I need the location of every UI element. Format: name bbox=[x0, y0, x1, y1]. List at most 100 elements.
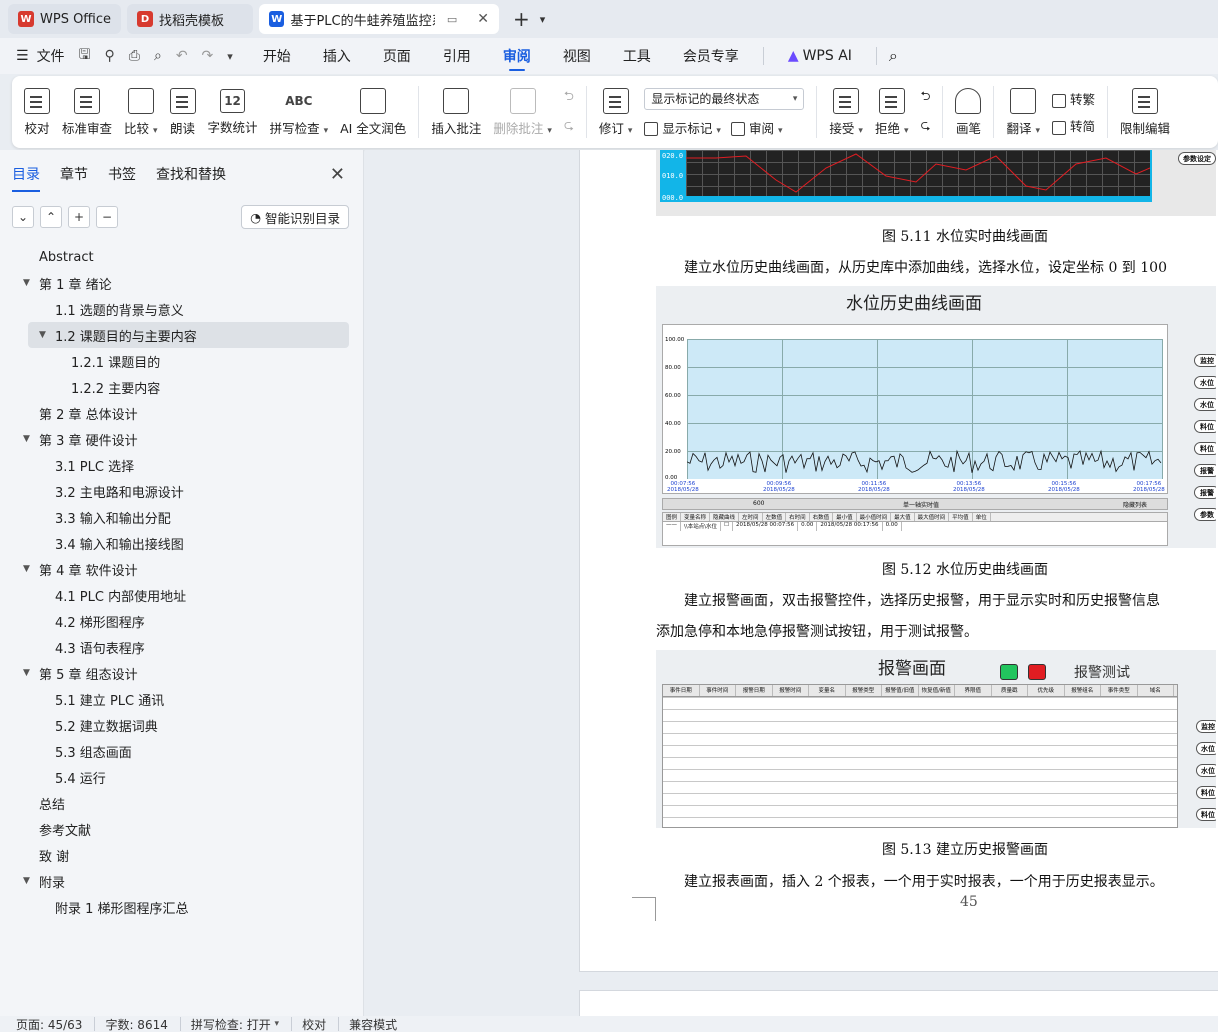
toc-item[interactable]: ▼ 附录 bbox=[0, 868, 363, 894]
collapse-up-button[interactable]: ⌃ bbox=[40, 206, 62, 228]
tab-toc[interactable]: 目录 bbox=[12, 150, 40, 198]
toc-item[interactable]: 5.3 组态画面 bbox=[0, 738, 363, 764]
table-header-cell: 右数值 bbox=[810, 513, 834, 521]
compare-button[interactable]: 比较 ▾ bbox=[118, 76, 164, 148]
standard-review-button[interactable]: 标准审查 bbox=[56, 76, 118, 148]
print-preview-icon[interactable]: ⌕ bbox=[154, 48, 162, 64]
menu-home[interactable]: 开始 bbox=[247, 38, 307, 74]
toc-item[interactable]: 致 谢 bbox=[0, 842, 363, 868]
toc-item[interactable]: ▼ 第 3 章 硬件设计 bbox=[0, 426, 363, 452]
chevron-down-icon[interactable]: ▾ bbox=[227, 50, 233, 63]
toc-item[interactable]: 4.1 PLC 内部使用地址 bbox=[0, 582, 363, 608]
figure-title: 水位历史曲线画面 bbox=[846, 294, 982, 314]
next-comment-icon[interactable]: ⮎ bbox=[564, 116, 574, 137]
print-icon[interactable]: ⎙ bbox=[129, 48, 140, 64]
read-aloud-button[interactable]: 朗读 bbox=[164, 76, 202, 148]
show-markup-button[interactable]: 显示标记 ▾ bbox=[644, 118, 721, 137]
toc-item[interactable]: 5.4 运行 bbox=[0, 764, 363, 790]
toc-item[interactable]: 4.2 梯形图程序 bbox=[0, 608, 363, 634]
tab-document[interactable]: W 基于PLC的牛蛙养殖监控系统 ▭ ✕ bbox=[259, 4, 500, 34]
review-pane-button[interactable]: 审阅 ▾ bbox=[730, 118, 782, 137]
restrict-edit-button[interactable]: 限制编辑 bbox=[1114, 76, 1176, 148]
expand-triangle-icon[interactable]: ▼ bbox=[23, 668, 30, 678]
word-count[interactable]: 字数: 8614 bbox=[105, 1017, 181, 1032]
insert-comment-button[interactable]: 插入批注 bbox=[425, 76, 487, 148]
toc-item[interactable]: 总结 bbox=[0, 790, 363, 816]
toc-item[interactable]: ▼ 第 5 章 组态设计 bbox=[0, 660, 363, 686]
toc-item[interactable]: 1.2.2 主要内容 bbox=[0, 374, 363, 400]
smart-toc-button[interactable]: ◔ 智能识别目录 bbox=[241, 205, 349, 229]
proofread-status[interactable]: 校对 bbox=[302, 1017, 340, 1032]
to-traditional-button[interactable]: 转繁 bbox=[1052, 89, 1095, 108]
redo-icon[interactable]: ↷ bbox=[202, 48, 214, 64]
remove-heading-button[interactable]: − bbox=[96, 206, 118, 228]
toc-item[interactable]: 1.2.1 课题目的 bbox=[0, 348, 363, 374]
menu-review[interactable]: 审阅 bbox=[487, 38, 547, 74]
next-change-icon[interactable]: ⮎ bbox=[920, 116, 930, 137]
page-indicator[interactable]: 页面: 45/63 bbox=[16, 1017, 96, 1032]
expand-triangle-icon[interactable]: ▼ bbox=[23, 434, 30, 444]
reject-button[interactable]: 拒绝 ▾ bbox=[869, 76, 915, 148]
share-icon[interactable]: ⚲ bbox=[105, 48, 115, 64]
toc-item[interactable]: 5.2 建立数据词典 bbox=[0, 712, 363, 738]
save-icon[interactable]: 🖫 bbox=[79, 44, 91, 68]
markup-select[interactable]: 显示标记的最终状态 ▾ bbox=[644, 87, 805, 110]
expand-triangle-icon[interactable]: ▼ bbox=[23, 876, 30, 886]
close-icon[interactable]: ✕ bbox=[330, 164, 345, 185]
monitor-icon[interactable]: ▭ bbox=[447, 13, 457, 26]
toc-item[interactable]: 3.1 PLC 选择 bbox=[0, 452, 363, 478]
pen-button[interactable]: 画笔 bbox=[949, 76, 987, 148]
toc-item[interactable]: 参考文献 bbox=[0, 816, 363, 842]
previous-comment-icon[interactable]: ⮌ bbox=[564, 87, 574, 108]
search-icon[interactable]: ⌕ bbox=[889, 46, 898, 66]
word-count-button[interactable]: 12 字数统计 bbox=[202, 76, 264, 148]
expand-triangle-icon[interactable]: ▼ bbox=[23, 564, 30, 574]
hamburger-icon[interactable]: ☰ bbox=[16, 48, 29, 64]
tab-find-replace[interactable]: 查找和替换 bbox=[156, 150, 226, 198]
toc-item[interactable]: 3.4 输入和输出接线图 bbox=[0, 530, 363, 556]
delete-comment-button[interactable]: 删除批注 ▾ bbox=[487, 76, 558, 148]
chevron-down-icon[interactable]: ▾ bbox=[540, 13, 546, 26]
toc-item[interactable]: 4.3 语句表程序 bbox=[0, 634, 363, 660]
file-menu[interactable]: 文件 bbox=[37, 46, 65, 66]
side-button: 参数 bbox=[1194, 508, 1216, 521]
menu-member[interactable]: 会员专享 bbox=[667, 38, 755, 74]
table-header-cell: 隐藏曲线 bbox=[710, 513, 740, 521]
accept-button[interactable]: 接受 ▾ bbox=[823, 76, 869, 148]
add-heading-button[interactable]: + bbox=[68, 206, 90, 228]
undo-icon[interactable]: ↶ bbox=[176, 48, 188, 64]
toc-item[interactable]: Abstract bbox=[0, 244, 363, 270]
menu-references[interactable]: 引用 bbox=[427, 38, 487, 74]
new-tab-icon[interactable]: + bbox=[513, 7, 530, 31]
spell-check-status[interactable]: 拼写检查: 打开 ▾ bbox=[191, 1017, 293, 1032]
menu-page[interactable]: 页面 bbox=[367, 38, 427, 74]
menu-insert[interactable]: 插入 bbox=[307, 38, 367, 74]
proofread-button[interactable]: 校对 bbox=[18, 76, 56, 148]
previous-change-icon[interactable]: ⮌ bbox=[920, 87, 930, 108]
expand-down-button[interactable]: ⌄ bbox=[12, 206, 34, 228]
toc-item[interactable]: ▼ 第 4 章 软件设计 bbox=[0, 556, 363, 582]
tab-bookmarks[interactable]: 书签 bbox=[108, 150, 136, 198]
ai-polish-button[interactable]: AI 全文润色 bbox=[334, 76, 412, 148]
toc-item[interactable]: 附录 1 梯形图程序汇总 bbox=[0, 894, 363, 920]
menu-tools[interactable]: 工具 bbox=[607, 38, 667, 74]
close-icon[interactable]: ✕ bbox=[477, 11, 489, 27]
menu-wps-ai[interactable]: ▲ WPS AI bbox=[772, 38, 868, 74]
tab-chapters[interactable]: 章节 bbox=[60, 150, 88, 198]
toc-item[interactable]: 3.2 主电路和电源设计 bbox=[0, 478, 363, 504]
toc-item[interactable]: 3.3 输入和输出分配 bbox=[0, 504, 363, 530]
tab-template[interactable]: D 找稻壳模板 bbox=[127, 4, 254, 34]
expand-triangle-icon[interactable]: ▼ bbox=[39, 330, 46, 340]
translate-button[interactable]: 翻译 ▾ bbox=[1000, 76, 1046, 148]
tab-wps-office[interactable]: W WPS Office bbox=[8, 4, 122, 34]
toc-item[interactable]: 第 2 章 总体设计 bbox=[0, 400, 363, 426]
menu-view[interactable]: 视图 bbox=[547, 38, 607, 74]
expand-triangle-icon[interactable]: ▼ bbox=[23, 278, 30, 288]
toc-item[interactable]: 5.1 建立 PLC 通讯 bbox=[0, 686, 363, 712]
spell-check-button[interactable]: ABC 拼写检查 ▾ bbox=[264, 76, 335, 148]
to-simplified-button[interactable]: 转简 bbox=[1052, 116, 1095, 135]
toc-item[interactable]: ▼ 第 1 章 绪论 bbox=[0, 270, 363, 296]
toc-item[interactable]: ▼ 1.2 课题目的与主要内容 bbox=[28, 322, 349, 348]
revise-button[interactable]: 修订 ▾ bbox=[593, 76, 639, 148]
toc-item[interactable]: 1.1 选题的背景与意义 bbox=[0, 296, 363, 322]
